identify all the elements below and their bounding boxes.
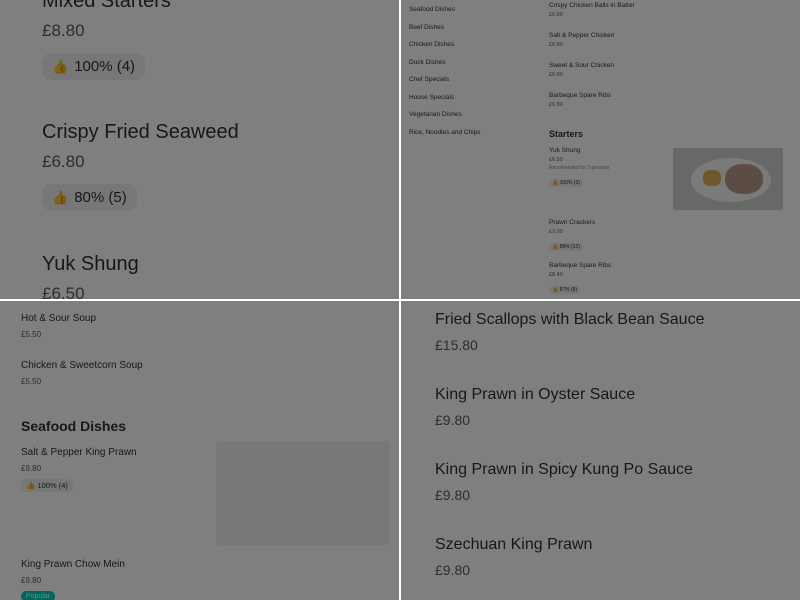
nav-item-rice-noodles[interactable]: Rice, Noodles and Chips xyxy=(409,127,539,145)
panel-zoomed-starters: Mixed Starters £8.80 👍 100% (4) Crispy F… xyxy=(0,0,399,299)
item-name: Hot & Sour Soup xyxy=(21,313,97,324)
rating-badge: 👍 80% (5) xyxy=(42,184,137,211)
item-price: £8.40 xyxy=(549,272,563,278)
item-price: £9.80 xyxy=(435,562,471,578)
thumbs-up-icon: 👍 xyxy=(552,287,559,293)
panel-divider-horizontal xyxy=(0,299,800,301)
food-image-placeholder xyxy=(216,441,390,545)
item-name: Szechuan King Prawn xyxy=(435,536,593,553)
menu-item[interactable]: Yuk Shung £6.50 Recomended for 2 persons… xyxy=(549,147,609,189)
item-price: £6.50 xyxy=(549,157,563,163)
menu-item[interactable]: Yuk Shung £6.50 xyxy=(42,253,139,299)
item-description: Recomended for 2 persons xyxy=(549,165,610,171)
item-price: £9.80 xyxy=(21,576,42,585)
menu-item[interactable]: Crispy Fried Seaweed £6.80 👍 80% (5) xyxy=(42,121,239,211)
thumbs-up-icon: 👍 xyxy=(52,59,69,74)
menu-item[interactable]: Barbeque Spare Ribs £6.80 xyxy=(549,92,611,108)
item-name: Sweet & Sour Chicken xyxy=(549,62,615,69)
rating-text: 88% (12) xyxy=(559,244,580,250)
food-shape xyxy=(703,170,721,186)
rating-text: 100% (4) xyxy=(37,481,68,490)
nav-item-vegetarian[interactable]: Vegetarian Dishes xyxy=(409,109,539,127)
menu-item[interactable]: Prawn Crackers £3.00 👍 88% (12) xyxy=(549,219,595,253)
menu-item[interactable]: Sweet & Sour Chicken £6.80 xyxy=(549,62,614,78)
rating-badge: 👍 100% (3) xyxy=(549,179,583,187)
item-price: £5.50 xyxy=(21,377,42,386)
item-price: £9.80 xyxy=(435,487,471,503)
item-name: Mixed Starters xyxy=(42,0,171,12)
nav-item-chicken[interactable]: Chicken Dishes xyxy=(409,39,539,57)
item-name: King Prawn Chow Mein xyxy=(21,559,125,570)
nav-item-seafood[interactable]: Seafood Dishes xyxy=(409,4,539,22)
menu-item[interactable]: King Prawn Chow Mein £9.80 Popular xyxy=(21,559,125,600)
category-nav: Seafood Dishes Beef Dishes Chicken Dishe… xyxy=(409,4,539,144)
item-price: £9.80 xyxy=(435,412,471,428)
item-name: Fried Scallops with Black Bean Sauce xyxy=(435,311,705,328)
section-heading-starters: Starters xyxy=(549,129,584,139)
menu-item[interactable]: Crispy Chicken Balls in Batter £6.80 xyxy=(549,2,635,18)
menu-item[interactable]: Fried Scallops with Black Bean Sauce £15… xyxy=(435,311,704,353)
item-name: Chicken & Sweetcorn Soup xyxy=(21,360,143,371)
item-price: £5.50 xyxy=(21,330,42,339)
panel-king-prawn: Fried Scallops with Black Bean Sauce £15… xyxy=(401,301,800,600)
nav-item-chef-specials[interactable]: Chef Specials xyxy=(409,74,539,92)
item-name: King Prawn in Oyster Sauce xyxy=(435,386,636,403)
menu-item[interactable]: Mixed Starters £8.80 👍 100% (4) xyxy=(42,0,171,80)
item-name: Salt & Pepper King Prawn xyxy=(21,447,137,458)
menu-item[interactable]: Hot & Sour Soup £5.50 xyxy=(21,313,96,339)
popular-badge: Popular xyxy=(21,591,56,600)
rating-badge: 👍 100% (4) xyxy=(21,479,73,492)
nav-item-duck[interactable]: Duck Dishes xyxy=(409,57,539,75)
screenshot-grid: Mixed Starters £8.80 👍 100% (4) Crispy F… xyxy=(0,0,800,600)
menu-item[interactable]: Chicken & Sweetcorn Soup £5.50 xyxy=(21,360,143,386)
rating-text: 80% (5) xyxy=(74,189,127,206)
rating-badge: 👍 88% (12) xyxy=(549,243,583,251)
item-name: Crispy Fried Seaweed xyxy=(42,121,239,143)
rating-badge: 👍 87% (8) xyxy=(549,286,581,294)
rating-text: 100% (4) xyxy=(74,58,136,75)
rating-text: 87% (8) xyxy=(559,287,578,293)
thumbs-up-icon: 👍 xyxy=(552,244,559,250)
item-price: £6.50 xyxy=(42,284,85,299)
food-image xyxy=(673,148,783,210)
panel-menu-overview: Seafood Dishes Beef Dishes Chicken Dishe… xyxy=(401,0,800,299)
rating-badge: 👍 100% (4) xyxy=(42,53,146,80)
item-price: £6.80 xyxy=(549,72,563,78)
item-price: £6.80 xyxy=(549,42,563,48)
item-price: £15.80 xyxy=(435,337,478,353)
item-name: King Prawn in Spicy Kung Po Sauce xyxy=(435,461,693,478)
item-name: Barbeque Spare Ribs xyxy=(549,262,612,269)
nav-item-beef[interactable]: Beef Dishes xyxy=(409,22,539,40)
item-price: £9.80 xyxy=(21,464,42,473)
item-name: Barbeque Spare Ribs xyxy=(549,92,612,99)
item-price: £6.80 xyxy=(42,152,85,171)
rating-text: 100% (3) xyxy=(559,180,580,186)
thumbs-up-icon: 👍 xyxy=(52,190,69,205)
menu-item[interactable]: Salt & Pepper Chicken £6.80 xyxy=(549,32,614,48)
menu-item[interactable]: Salt & Pepper King Prawn £9.80 👍 100% (4… xyxy=(21,447,137,493)
item-price: £6.80 xyxy=(549,12,563,18)
food-shape xyxy=(725,164,763,194)
item-price: £3.00 xyxy=(549,229,563,235)
item-name: Prawn Crackers xyxy=(549,219,596,226)
item-name: Yuk Shung xyxy=(42,253,139,275)
menu-item[interactable]: Barbeque Spare Ribs £8.40 👍 87% (8) xyxy=(549,262,611,296)
menu-item[interactable]: King Prawn in Oyster Sauce £9.80 xyxy=(435,386,635,428)
panel-soups-seafood: Hot & Sour Soup £5.50 Chicken & Sweetcor… xyxy=(0,301,399,600)
section-heading-seafood: Seafood Dishes xyxy=(21,418,127,434)
item-price: £8.80 xyxy=(42,21,85,40)
thumbs-up-icon: 👍 xyxy=(552,180,559,186)
item-price: £6.80 xyxy=(549,102,563,108)
menu-item[interactable]: Szechuan King Prawn £9.80 xyxy=(435,536,592,578)
item-name: Salt & Pepper Chicken xyxy=(549,32,615,39)
item-name: Crispy Chicken Balls in Batter xyxy=(549,2,635,9)
menu-item[interactable]: King Prawn in Spicy Kung Po Sauce £9.80 xyxy=(435,461,693,503)
nav-item-house-specials[interactable]: House Specials xyxy=(409,92,539,110)
item-name: Yuk Shung xyxy=(549,147,581,154)
thumbs-up-icon: 👍 xyxy=(26,481,36,490)
